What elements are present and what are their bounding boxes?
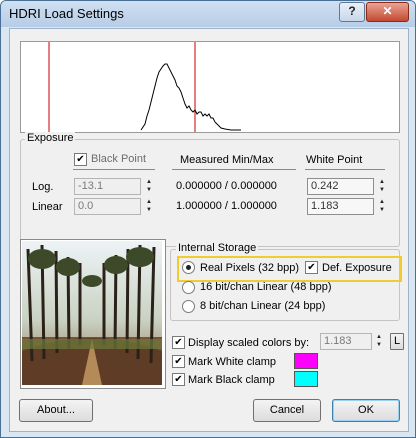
white-point-separator <box>305 169 385 170</box>
ok-button[interactable]: OK <box>332 399 400 422</box>
white-clamp-checkbox[interactable]: ✔ <box>172 355 185 368</box>
bit16-label: 16 bit/chan Linear (48 bpp) <box>200 281 332 293</box>
black-linear-field[interactable]: 0.0 <box>74 198 141 215</box>
close-button[interactable]: ✕ <box>366 2 409 22</box>
window-title: HDRI Load Settings <box>9 6 124 21</box>
display-scaled-label: Display scaled colors by: <box>188 337 310 349</box>
log-label: Log. <box>32 181 54 193</box>
bit16-radio[interactable] <box>182 281 195 294</box>
spinner-arrows[interactable]: ▲ ▼ <box>377 178 387 195</box>
measured-linear-value: 1.000000 / 1.000000 <box>176 200 277 212</box>
dialog-body: Exposure ✔ Black Point Measured Min/Max … <box>9 28 409 432</box>
measured-separator <box>172 169 296 170</box>
white-log-field[interactable]: 0.242 <box>307 178 374 195</box>
black-clamp-label: Mark Black clamp <box>188 374 275 386</box>
black-clamp-color-swatch[interactable] <box>294 371 318 387</box>
white-point-label: White Point <box>306 154 363 166</box>
black-log-spinner[interactable]: -13.1 ▲ ▼ <box>74 178 156 195</box>
black-clamp-checkbox[interactable]: ✔ <box>172 373 185 386</box>
exposure-group-label: Exposure <box>25 132 76 144</box>
real-pixels-radio[interactable] <box>182 261 195 274</box>
bit8-label: 8 bit/chan Linear (24 bpp) <box>200 300 326 312</box>
dialog-window: HDRI Load Settings ? ✕ Exposure ✔ Black … <box>0 0 416 438</box>
white-linear-field[interactable]: 1.183 <box>307 198 374 215</box>
title-bar[interactable]: HDRI Load Settings ? ✕ <box>1 1 415 27</box>
black-log-field[interactable]: -13.1 <box>74 178 141 195</box>
hdri-preview-image <box>22 241 162 385</box>
help-button[interactable]: ? <box>339 2 365 22</box>
histogram-graph <box>48 42 241 132</box>
linear-label: Linear <box>32 201 63 213</box>
def-exposure-checkbox[interactable]: ✔ <box>305 261 318 274</box>
histogram-curve <box>140 63 241 131</box>
preview-frame <box>20 239 166 389</box>
black-point-separator <box>73 169 155 170</box>
real-pixels-label: Real Pixels (32 bpp) <box>200 262 300 274</box>
internal-storage-label: Internal Storage <box>176 242 259 254</box>
white-clamp-color-swatch[interactable] <box>294 353 318 369</box>
spinner-arrows[interactable]: ▲ ▼ <box>374 333 384 350</box>
white-linear-spinner[interactable]: 1.183 ▲ ▼ <box>307 198 389 215</box>
bit8-radio[interactable] <box>182 300 195 313</box>
white-clamp-label: Mark White clamp <box>188 356 277 368</box>
spinner-arrows[interactable]: ▲ ▼ <box>144 198 154 215</box>
display-scale-spinner[interactable]: 1.183 ▲ ▼ <box>320 333 384 350</box>
def-exposure-label: Def. Exposure <box>322 262 392 274</box>
measured-log-value: 0.000000 / 0.000000 <box>176 180 277 192</box>
display-scale-field[interactable]: 1.183 <box>320 333 372 350</box>
white-log-spinner[interactable]: 0.242 ▲ ▼ <box>307 178 389 195</box>
l-button[interactable]: L <box>390 333 404 350</box>
black-point-label: Black Point <box>91 153 147 165</box>
black-point-checkbox[interactable]: ✔ <box>74 153 87 166</box>
spinner-arrows[interactable]: ▲ ▼ <box>377 198 387 215</box>
spinner-arrows[interactable]: ▲ ▼ <box>144 178 154 195</box>
histogram[interactable] <box>20 41 400 133</box>
black-linear-spinner[interactable]: 0.0 ▲ ▼ <box>74 198 156 215</box>
display-scaled-checkbox[interactable]: ✔ <box>172 336 185 349</box>
cancel-button[interactable]: Cancel <box>253 399 321 422</box>
about-button[interactable]: About... <box>19 399 93 422</box>
measured-label: Measured Min/Max <box>180 154 274 166</box>
